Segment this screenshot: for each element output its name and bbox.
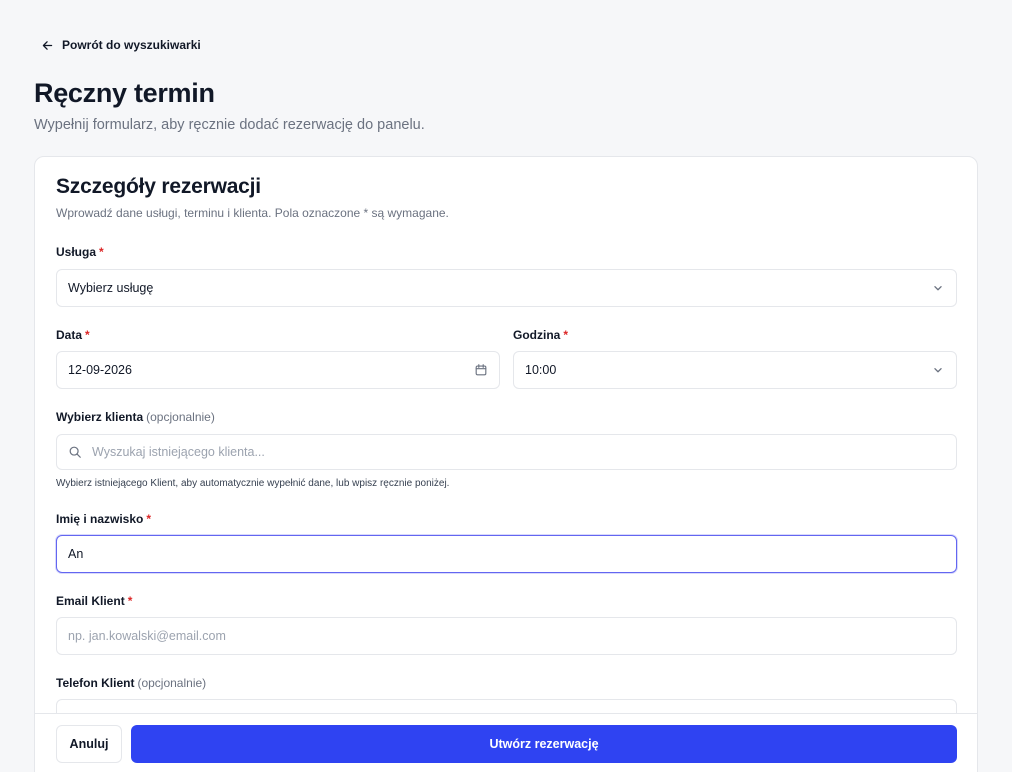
date-label-text: Data xyxy=(56,328,83,342)
required-marker: * xyxy=(563,328,569,342)
create-booking-button[interactable]: Utwórz rezerwację xyxy=(131,725,957,763)
full-name-label-text: Imię i nazwisko xyxy=(56,512,144,526)
client-select-hint: Wybierz istniejącego Klient, aby automat… xyxy=(56,478,450,489)
service-select[interactable]: Wybierz usługę xyxy=(56,269,957,307)
page-title: Ręczny termin xyxy=(34,78,215,108)
required-marker: * xyxy=(99,245,104,259)
required-marker: * xyxy=(127,594,133,608)
required-marker: * xyxy=(146,512,152,526)
client-select-label-text: Wybierz klienta xyxy=(56,410,144,424)
email-label: Email Klient * xyxy=(56,594,132,608)
time-select[interactable]: 10:00 xyxy=(513,351,957,389)
client-select-label: Wybierz klienta (opcjonalnie) xyxy=(56,410,215,424)
back-link-label: Powrót do wyszukiwarki xyxy=(62,38,201,52)
service-label: Usługa * xyxy=(56,245,104,259)
full-name-label: Imię i nazwisko * xyxy=(56,512,151,526)
calendar-icon[interactable] xyxy=(474,363,488,377)
chevron-down-icon xyxy=(934,368,942,373)
full-name-input[interactable]: An xyxy=(56,535,957,573)
full-name-input-value: An xyxy=(68,547,84,561)
date-label: Data * xyxy=(56,328,90,342)
booking-card: Szczegóły rezerwacji Wprowadź dane usług… xyxy=(34,156,978,772)
service-select-value: Wybierz usługę xyxy=(68,281,154,295)
email-input-placeholder: np. jan.kowalski@email.com xyxy=(68,629,226,643)
cancel-button[interactable]: Anuluj xyxy=(56,725,122,763)
client-search-placeholder: Wyszukaj istniejącego klienta... xyxy=(92,445,265,459)
time-label-text: Godzina xyxy=(513,328,561,342)
client-search-input[interactable]: Wyszukaj istniejącego klienta... xyxy=(56,434,957,470)
date-input-value: 12-09-2026 xyxy=(68,363,132,377)
phone-label-text: Telefon Klient xyxy=(56,676,135,690)
phone-label: Telefon Klient (opcjonalnie) xyxy=(56,676,206,690)
search-icon xyxy=(69,446,81,458)
arrow-left-icon xyxy=(42,40,53,50)
card-title: Szczegóły rezerwacji xyxy=(56,175,261,198)
back-link[interactable]: Powrót do wyszukiwarki xyxy=(41,38,201,52)
card-description: Wprowadź dane usługi, terminu i klienta.… xyxy=(56,206,449,220)
required-marker: * xyxy=(85,328,90,342)
time-select-value: 10:00 xyxy=(525,363,557,377)
optional-marker: (opcjonalnie) xyxy=(146,410,215,424)
email-input[interactable]: np. jan.kowalski@email.com xyxy=(56,617,957,655)
service-label-text: Usługa xyxy=(56,245,97,259)
email-label-text: Email Klient xyxy=(56,594,125,608)
optional-marker: (opcjonalnie) xyxy=(137,676,207,690)
page: Powrót do wyszukiwarki Ręczny termin Wyp… xyxy=(0,0,1012,772)
time-label: Godzina * xyxy=(513,328,568,342)
form-footer: Anuluj Utwórz rezerwację xyxy=(35,713,977,772)
date-input[interactable]: 12-09-2026 xyxy=(56,351,500,389)
page-subtitle: Wypełnij formularz, aby ręcznie dodać re… xyxy=(34,117,425,133)
chevron-down-icon xyxy=(934,286,942,291)
